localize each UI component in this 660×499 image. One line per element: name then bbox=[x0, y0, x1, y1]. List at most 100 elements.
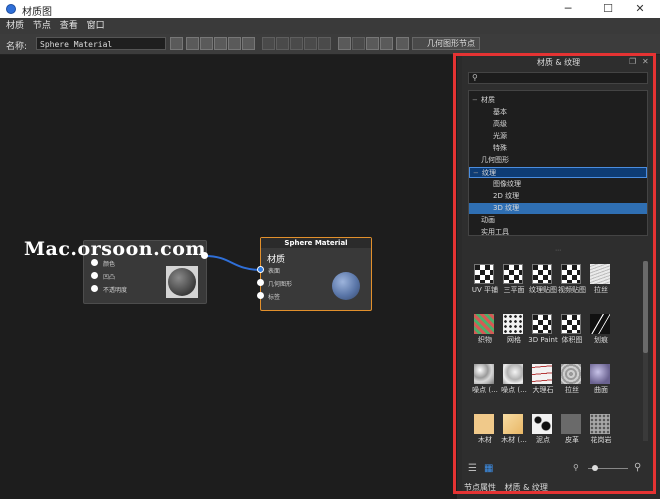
tree-item[interactable]: 2D 纹理 bbox=[469, 191, 647, 202]
texture-item[interactable]: 花岗岩 bbox=[584, 408, 618, 456]
slot-bump-label: 凹凸 bbox=[103, 274, 116, 281]
fit-icon[interactable] bbox=[396, 37, 409, 50]
lightbulb-icon[interactable] bbox=[228, 37, 241, 50]
layout-icon[interactable] bbox=[338, 37, 351, 50]
texture-label: 花岗岩 bbox=[590, 436, 612, 444]
texture-thumbnail bbox=[474, 364, 494, 384]
toolbar: 名称: Sphere Material 几何图形节点 bbox=[0, 34, 660, 55]
texture-grid: UV 平铺 三平面 纹理贴图 视频贴图 拉丝 织物 网格 3D Paint 体积图 划痕 噪点 (.… bbox=[468, 258, 641, 456]
search-icon: ⚲ bbox=[472, 73, 478, 82]
panel-search-input[interactable]: ⚲ bbox=[468, 72, 648, 84]
tree-item[interactable]: 特殊 bbox=[469, 143, 647, 154]
zoom-out-icon[interactable] bbox=[380, 37, 393, 50]
menu-view[interactable]: 查看 bbox=[60, 18, 78, 34]
zoom-in-icon[interactable] bbox=[366, 37, 379, 50]
texture-item[interactable]: 曲面 bbox=[584, 358, 618, 407]
texture-label: 划痕 bbox=[594, 336, 608, 344]
tab-materials-textures[interactable]: 材质 & 纹理 bbox=[505, 483, 548, 492]
tree-collapse-icon[interactable]: − bbox=[472, 95, 478, 106]
texture-thumbnail bbox=[561, 314, 581, 334]
tree-item[interactable]: 实用工具 bbox=[469, 227, 647, 238]
duplicate-icon[interactable] bbox=[290, 37, 303, 50]
tree-item[interactable]: 3D 纹理 bbox=[469, 203, 647, 214]
texture-thumbnail bbox=[532, 314, 552, 334]
slot-label-label: 标签 bbox=[268, 294, 281, 301]
paste-icon[interactable] bbox=[276, 37, 289, 50]
minimize-button[interactable]: ─ bbox=[548, 0, 588, 18]
panel-title: 材质 & 纹理 bbox=[536, 58, 581, 67]
label-port[interactable] bbox=[257, 292, 264, 299]
copy-icon[interactable] bbox=[262, 37, 275, 50]
panel-float-icon[interactable]: ❐ bbox=[629, 57, 636, 66]
texture-thumbnail bbox=[503, 364, 523, 384]
tab-node-properties[interactable]: 节点属性 bbox=[464, 483, 496, 492]
material-name-field[interactable]: Sphere Material bbox=[36, 37, 166, 50]
arrange-dropdown-icon[interactable] bbox=[352, 37, 365, 50]
tree-item[interactable]: − 材质 bbox=[469, 95, 647, 106]
texture-thumbnail bbox=[561, 264, 581, 284]
texture-thumbnail bbox=[474, 414, 494, 434]
preview-icon[interactable] bbox=[186, 37, 199, 50]
material-preview bbox=[332, 272, 360, 300]
tree-item-label: 实用工具 bbox=[481, 228, 509, 236]
texture-scrollbar[interactable] bbox=[643, 261, 648, 441]
tree-item-label: 几何图形 bbox=[481, 156, 509, 164]
tree-item-label: 材质 bbox=[481, 96, 495, 104]
title-bar: 材质图 ─ ☐ ✕ bbox=[0, 0, 660, 18]
tree-item[interactable]: 高级 bbox=[469, 119, 647, 130]
texture-item[interactable]: 拉丝 bbox=[584, 258, 618, 307]
texture-preview bbox=[166, 266, 198, 298]
texture-item[interactable]: 划痕 bbox=[584, 308, 618, 357]
texture-thumbnail bbox=[474, 314, 494, 334]
splitter-handle[interactable]: ⋯ bbox=[468, 248, 648, 254]
scrollbar-thumb[interactable] bbox=[643, 261, 648, 353]
texture-thumbnail bbox=[532, 414, 552, 434]
grid-view-icon[interactable]: ▦ bbox=[484, 463, 493, 474]
menu-material[interactable]: 材质 bbox=[6, 18, 24, 34]
opacity-port[interactable] bbox=[91, 285, 98, 292]
tree-item[interactable]: 动画 bbox=[469, 215, 647, 226]
texture-thumbnail bbox=[503, 414, 523, 434]
refresh-icon[interactable] bbox=[242, 37, 255, 50]
menu-window[interactable]: 窗口 bbox=[87, 18, 105, 34]
color-port[interactable] bbox=[91, 259, 98, 266]
slot-color-label: 颜色 bbox=[103, 261, 116, 268]
close-button[interactable]: ✕ bbox=[620, 0, 660, 18]
menu-node[interactable]: 节点 bbox=[33, 18, 51, 34]
list-view-icon[interactable]: ☰ bbox=[468, 463, 477, 474]
texture-thumbnail bbox=[590, 414, 610, 434]
sphere-icon[interactable] bbox=[214, 37, 227, 50]
tree-item[interactable]: 光源 bbox=[469, 131, 647, 142]
slot-opacity-label: 不透明度 bbox=[103, 287, 128, 294]
zoom-slider-thumb[interactable] bbox=[592, 465, 598, 471]
tree-item[interactable]: 基本 bbox=[469, 107, 647, 118]
group-icon[interactable] bbox=[318, 37, 331, 50]
window-title: 材质图 bbox=[22, 7, 52, 18]
tree-item[interactable]: 图像纹理 bbox=[469, 179, 647, 190]
watermark: Mac.orsoon.com bbox=[24, 238, 207, 260]
geometry-port[interactable] bbox=[257, 279, 264, 286]
texture-thumbnail bbox=[532, 264, 552, 284]
materials-textures-panel: 材质 & 纹理 ❐ ✕ ⚲ − 材质 基本 高级 光源 特殊 几何图形 − 纹理 图像纹理 2D 纹… bbox=[462, 55, 655, 492]
grid-icon[interactable] bbox=[200, 37, 213, 50]
tree-collapse-icon[interactable]: − bbox=[473, 168, 479, 179]
tree-item[interactable]: − 纹理 bbox=[469, 167, 647, 178]
delete-icon[interactable] bbox=[304, 37, 317, 50]
geometry-node-button[interactable]: 几何图形节点 bbox=[412, 37, 480, 50]
zoom-large-icon: ⚲ bbox=[634, 462, 642, 473]
surface-port[interactable] bbox=[257, 266, 264, 273]
tree-item-label: 2D 纹理 bbox=[493, 192, 520, 200]
panel-bottom-bar: ☰ ▦ ⚲ ⚲ bbox=[468, 462, 648, 476]
node-canvas[interactable] bbox=[0, 55, 457, 499]
tree-item-label: 纹理 bbox=[482, 169, 496, 177]
panel-close-icon[interactable]: ✕ bbox=[642, 57, 649, 66]
slot-geometry-label: 几何图形 bbox=[268, 281, 293, 288]
bump-port[interactable] bbox=[91, 272, 98, 279]
app-icon bbox=[6, 4, 16, 14]
texture-thumbnail bbox=[474, 264, 494, 284]
save-icon[interactable] bbox=[170, 37, 183, 50]
texture-thumbnail bbox=[503, 314, 523, 334]
texture-thumbnail bbox=[590, 364, 610, 384]
texture-label: 曲面 bbox=[594, 386, 608, 394]
tree-item[interactable]: 几何图形 bbox=[469, 155, 647, 166]
